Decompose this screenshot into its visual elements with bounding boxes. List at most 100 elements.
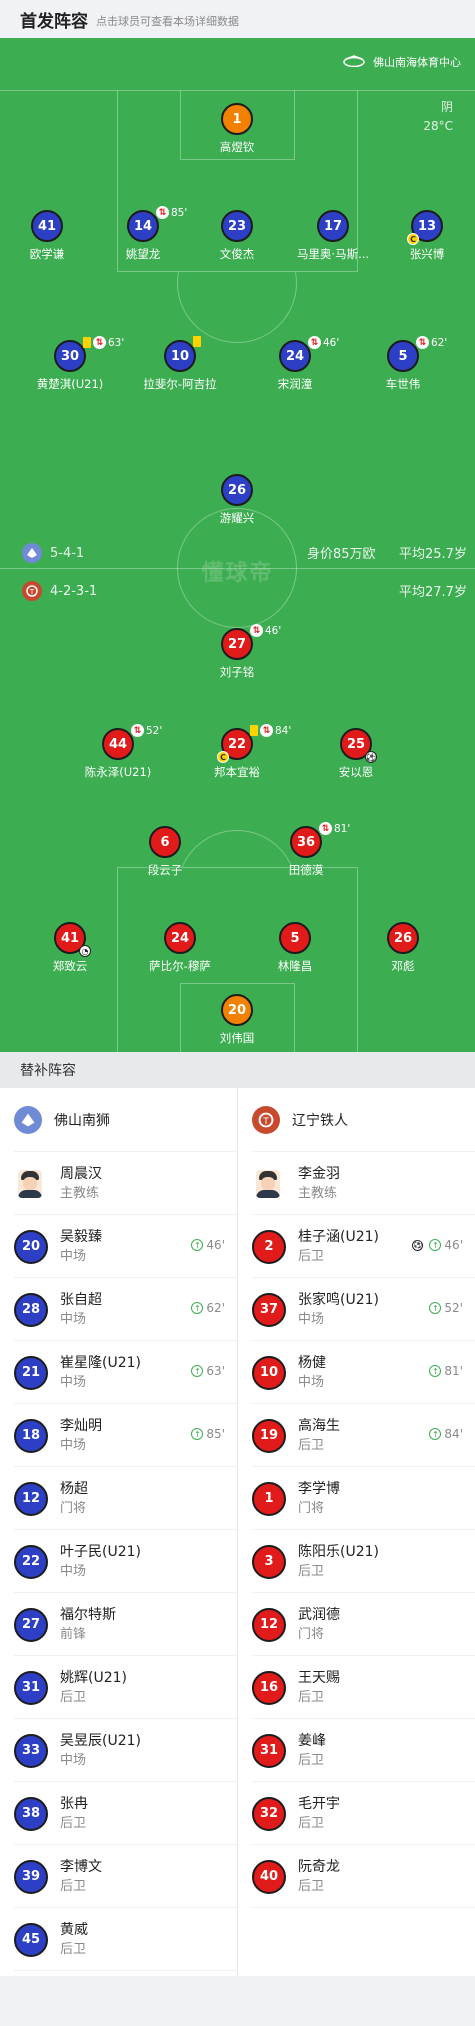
sub-player-number: 2 [252, 1229, 286, 1264]
sub-player-row[interactable]: 3 陈阳乐(U21) 后卫 [238, 1530, 475, 1593]
player-number-badge: 10 [164, 336, 201, 372]
sub-player-row[interactable]: 19 高海生 后卫 ↑ 84' [238, 1404, 475, 1467]
player-number: 44 [108, 736, 128, 752]
sub-player-name: 陈阳乐(U21) [298, 1543, 379, 1560]
player-number-badge: 36 ⇅ 81' [290, 822, 350, 858]
away_team-player[interactable]: 6 段云子 [95, 826, 235, 878]
player-number-badge: 26 [387, 922, 419, 954]
sub-player-position: 后卫 [298, 1752, 325, 1768]
substitution-minute: 81' [334, 822, 351, 835]
away_team-player[interactable]: 20 刘伟国 [167, 994, 307, 1046]
assist-icon: ◔ [79, 945, 91, 957]
player-number-badge: 5 [279, 922, 311, 954]
sub-player-row[interactable]: 39 李博文 后卫 [0, 1845, 237, 1908]
substitution-out-icon: ⇅ [131, 724, 144, 737]
away_team-player[interactable]: 36 ⇅ 81' 田德漠 [236, 822, 376, 878]
weather-condition: 阴 [440, 100, 453, 114]
home_team-player[interactable]: 1 高煜钦 [167, 103, 307, 155]
sub-player-position: 中场 [298, 1311, 325, 1327]
sub-player-row[interactable]: 10 杨健 中场 ↑ 81' [238, 1341, 475, 1404]
player-number: 14 [133, 218, 153, 234]
home-team-name: 佛山南狮 [54, 1113, 110, 1129]
sub-player-number: 20 [14, 1229, 48, 1264]
sub-player-row[interactable]: 45 黄威 后卫 [0, 1908, 237, 1971]
sub-player-row[interactable]: 37 张家鸣(U21) 中场 ↑ 52' [238, 1278, 475, 1341]
sub-player-row[interactable]: 33 吴昱辰(U21) 中场 [0, 1719, 237, 1782]
away_team-player[interactable]: 26 邓彪 [333, 922, 473, 974]
substitution-in-icon: ↑ [191, 1239, 204, 1251]
player-number-badge: 14 ⇅ 85' [127, 206, 187, 242]
lineup-title: 首发阵容 [20, 11, 88, 32]
away-team-row[interactable]: T 辽宁铁人 [238, 1088, 475, 1152]
sub-player-name: 毛开宇 [298, 1795, 340, 1812]
sub-in-minute: 85' [206, 1427, 225, 1441]
sub-player-row[interactable]: 12 武润德 门将 [238, 1593, 475, 1656]
sub-player-name: 姜峰 [298, 1732, 326, 1749]
player-events: ⇅ 81' [319, 822, 350, 835]
home_team-player[interactable]: 5 ⇅ 62' 车世伟 [333, 336, 473, 392]
substitution-minute: 62' [431, 336, 448, 349]
row-divider [14, 1970, 237, 1971]
player-number: 10 [170, 348, 190, 364]
sub-player-position: 中场 [298, 1374, 325, 1390]
sub-player-row[interactable]: 18 李灿明 中场 ↑ 85' [0, 1404, 237, 1467]
sub-player-row[interactable]: 22 叶子民(U21) 中场 [0, 1530, 237, 1593]
away-coach-row[interactable]: 李金羽 主教练 [238, 1152, 475, 1215]
player-name: 刘伟国 [219, 1031, 255, 1045]
sub-player-name: 高海生 [298, 1417, 340, 1434]
home_team-player[interactable]: 26 游耀兴 [167, 474, 307, 526]
sub-player-row[interactable]: 28 张自超 中场 ↑ 62' [0, 1278, 237, 1341]
player-number: 22 [227, 736, 247, 752]
player-number: 25 [346, 736, 366, 752]
sub-player-name: 杨超 [60, 1480, 88, 1497]
substitution-out-icon: ⇅ [416, 336, 429, 349]
home-coach-row[interactable]: 周晨汉 主教练 [0, 1152, 237, 1215]
player-name: 田德漠 [288, 863, 324, 877]
player-number: 41 [60, 930, 80, 946]
sub-player-row[interactable]: 40 阮奇龙 后卫 [238, 1845, 475, 1908]
substitution-minute: 46' [265, 624, 282, 637]
home-team-row[interactable]: 佛山南狮 [0, 1088, 237, 1152]
sub-player-name: 李学博 [298, 1480, 340, 1497]
sub-player-row[interactable]: 2 桂子涵(U21) 后卫 ⚽ ↑ 46' [238, 1215, 475, 1278]
sub-player-row[interactable]: 27 福尔特斯 前锋 [0, 1593, 237, 1656]
sub-player-position: 前锋 [60, 1626, 87, 1642]
player-number: 23 [227, 218, 247, 234]
player-number: 6 [160, 834, 170, 850]
sub-player-name: 张自超 [60, 1291, 102, 1308]
sub-player-name: 姚辉(U21) [60, 1669, 127, 1686]
sub-player-position: 门将 [298, 1500, 325, 1516]
sub-player-row[interactable]: 20 吴毅臻 中场 ↑ 46' [0, 1215, 237, 1278]
sub-player-position: 后卫 [298, 1248, 325, 1264]
player-number-badge: 44 ⇅ 52' [102, 724, 162, 760]
sub-in-minute: 81' [444, 1364, 463, 1378]
player-number-badge: 5 ⇅ 62' [387, 336, 447, 372]
subs-header: 替补阵容 [0, 1052, 475, 1088]
yellow-card-icon [83, 337, 91, 348]
yellow-card-icon [193, 336, 201, 347]
sub-player-row[interactable]: 21 崔星隆(U21) 中场 ↑ 63' [0, 1341, 237, 1404]
substitution-in-icon: ↑ [429, 1302, 442, 1314]
sub-player-position: 中场 [60, 1374, 87, 1390]
home_team-player[interactable]: 13 C 张兴博 [357, 210, 475, 262]
sub-player-row[interactable]: 1 李学博 门将 [238, 1467, 475, 1530]
sub-player-name: 张家鸣(U21) [298, 1291, 379, 1308]
player-number: 13 [417, 218, 437, 234]
sub-player-row[interactable]: 31 姚辉(U21) 后卫 [0, 1656, 237, 1719]
sub-player-row[interactable]: 31 姜峰 后卫 [238, 1719, 475, 1782]
sub-player-row[interactable]: 16 王天赐 后卫 [238, 1656, 475, 1719]
sub-player-position: 后卫 [298, 1815, 325, 1831]
sub-player-row[interactable]: 12 杨超 门将 [0, 1467, 237, 1530]
sub-player-position: 后卫 [60, 1689, 87, 1705]
sub-player-row[interactable]: 32 毛开宇 后卫 [238, 1782, 475, 1845]
sub-player-number: 21 [14, 1355, 48, 1390]
away_team-player[interactable]: 27 ⇅ 46' 刘子铭 [167, 624, 307, 680]
sub-player-number: 45 [14, 1922, 48, 1957]
sub-player-row[interactable]: 38 张冉 后卫 [0, 1782, 237, 1845]
sub-in-indicator: ↑ 63' [191, 1364, 225, 1378]
sub-player-position: 后卫 [60, 1878, 87, 1894]
away_team-player[interactable]: 25 ⚽ 安以恩 [286, 728, 426, 780]
venue-name: 佛山南海体育中心 [373, 56, 461, 69]
player-number: 1 [232, 111, 242, 127]
player-number-badge: 24 [164, 922, 196, 954]
